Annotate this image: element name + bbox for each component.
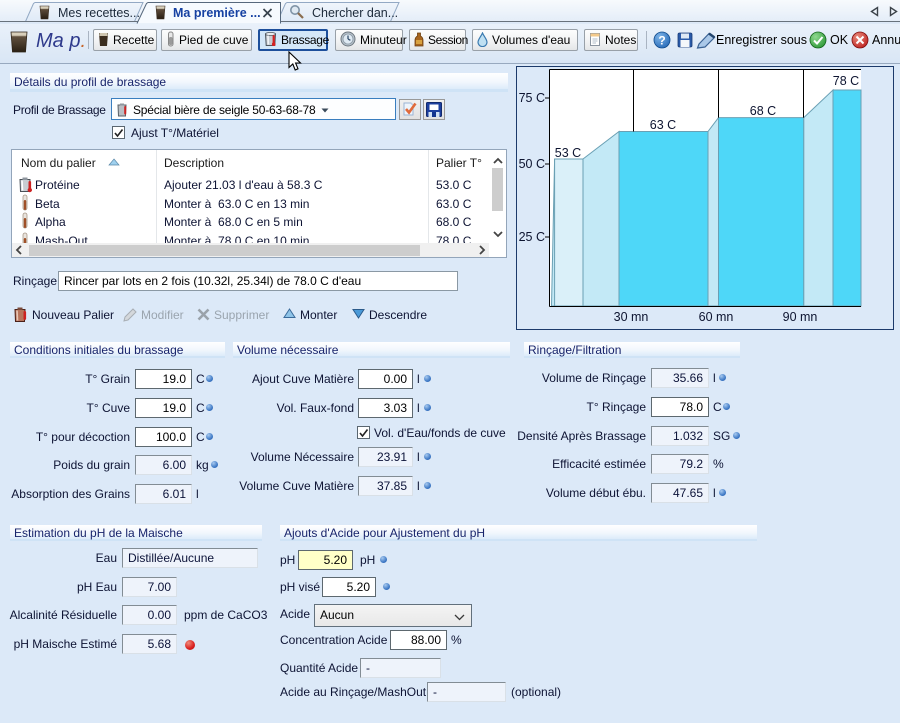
svg-text:?: ? — [658, 34, 665, 48]
svg-text:75 C: 75 C — [519, 91, 545, 105]
svg-text:Ma première ...: Ma première ... — [173, 6, 261, 20]
svg-text:63 C: 63 C — [650, 118, 676, 132]
svg-text:60 mn: 60 mn — [699, 310, 734, 324]
svg-text:25 C: 25 C — [519, 230, 545, 244]
svg-text:30 mn: 30 mn — [614, 310, 649, 324]
svg-text:78 C: 78 C — [833, 74, 859, 88]
svg-text:68 C: 68 C — [750, 104, 776, 118]
svg-text:Chercher dan...: Chercher dan... — [312, 6, 398, 20]
svg-text:90 mn: 90 mn — [783, 310, 818, 324]
svg-text:Mes recettes...: Mes recettes... — [58, 6, 140, 20]
svg-text:53 C: 53 C — [555, 146, 581, 160]
svg-text:50 C: 50 C — [519, 157, 545, 171]
